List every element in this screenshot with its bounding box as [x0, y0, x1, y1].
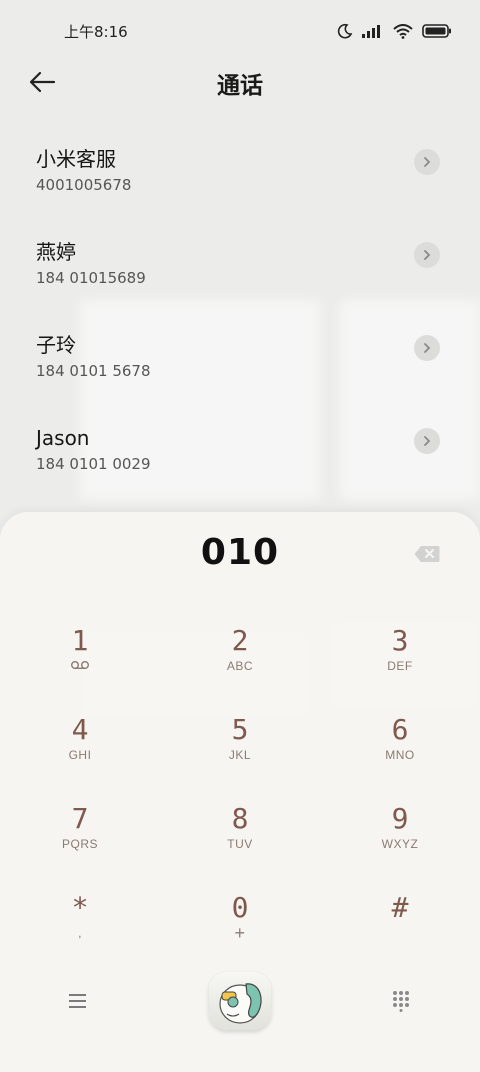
contact-number: 184 01015689: [36, 269, 146, 287]
key-digit: 2: [231, 624, 249, 657]
contact-number: 184 0101 0029: [36, 455, 151, 473]
key-letters: PQRS: [61, 837, 98, 851]
key-letters: DEF: [387, 659, 413, 673]
contact-number: 184 0101 5678: [36, 362, 151, 380]
dialer-panel: 010 1 2 ABC 3 DEF 4 GHI 5 JKL 6 MNO 7 PQ…: [0, 512, 480, 1072]
menu-icon: [69, 994, 86, 1008]
key-letters: ,: [78, 926, 82, 940]
contact-name: 燕婷: [36, 240, 76, 264]
keypad: 1 2 ABC 3 DEF 4 GHI 5 JKL 6 MNO 7 PQRS 8…: [0, 612, 480, 968]
key-digit: 5: [231, 713, 249, 746]
dial-number-display[interactable]: 010: [0, 532, 480, 573]
key-7[interactable]: 7 PQRS: [0, 790, 160, 879]
contact-item[interactable]: 燕婷 184 01015689: [0, 233, 480, 326]
header: 通话: [0, 62, 480, 106]
contact-detail-button[interactable]: [414, 428, 440, 454]
chevron-right-icon: [424, 157, 431, 167]
key-star[interactable]: * ,: [0, 879, 160, 968]
contact-item[interactable]: Jason 184 0101 0029: [0, 419, 480, 512]
contact-detail-button[interactable]: [414, 149, 440, 175]
key-hash[interactable]: #: [320, 879, 480, 968]
chevron-right-icon: [424, 343, 431, 353]
key-letters: TUV: [227, 837, 253, 851]
dialer-bottom-bar: [0, 972, 480, 1036]
key-letters: WXYZ: [381, 837, 419, 851]
contact-name: 小米客服: [36, 147, 116, 171]
key-5[interactable]: 5 JKL: [160, 701, 320, 790]
key-digit: *: [71, 891, 89, 924]
menu-button[interactable]: [68, 992, 88, 1010]
key-digit: 9: [391, 802, 409, 835]
key-2[interactable]: 2 ABC: [160, 612, 320, 701]
key-digit: #: [391, 891, 409, 924]
dialpad-icon: [393, 991, 409, 1012]
keypad-toggle-button[interactable]: [392, 990, 410, 1012]
status-time: 上午8:16: [64, 22, 128, 41]
backspace-button[interactable]: [414, 545, 440, 563]
contact-item[interactable]: 小米客服 4001005678: [0, 140, 480, 233]
chevron-right-icon: [424, 250, 431, 260]
key-letters: JKL: [228, 748, 252, 762]
call-button[interactable]: [209, 972, 271, 1030]
key-1[interactable]: 1: [0, 612, 160, 701]
voicemail-icon: [71, 661, 89, 670]
key-6[interactable]: 6 MNO: [320, 701, 480, 790]
contact-number: 4001005678: [36, 176, 132, 194]
key-digit: 0: [231, 891, 249, 924]
key-letters: +: [234, 923, 246, 943]
key-letters: ABC: [226, 659, 254, 673]
key-digit: 1: [71, 624, 89, 657]
key-digit: 4: [71, 713, 89, 746]
duck-phone-icon: [219, 983, 262, 1024]
key-0[interactable]: 0 +: [160, 879, 320, 968]
key-digit: 7: [71, 802, 89, 835]
contact-name: Jason: [36, 426, 90, 450]
key-digit: 8: [231, 802, 249, 835]
key-letters: GHI: [68, 748, 92, 762]
chevron-right-icon: [424, 436, 431, 446]
backspace-icon: [414, 546, 440, 562]
status-bar: 上午8:16: [0, 0, 480, 62]
contact-name: 子玲: [36, 333, 76, 357]
signal-icon: [362, 25, 380, 38]
key-9[interactable]: 9 WXYZ: [320, 790, 480, 879]
status-icons: [337, 23, 452, 39]
contact-item[interactable]: 子玲 184 0101 5678: [0, 326, 480, 419]
key-3[interactable]: 3 DEF: [320, 612, 480, 701]
key-8[interactable]: 8 TUV: [160, 790, 320, 879]
key-digit: 3: [391, 624, 409, 657]
key-digit: 6: [391, 713, 409, 746]
wifi-icon: [393, 23, 413, 39]
key-4[interactable]: 4 GHI: [0, 701, 160, 790]
contact-detail-button[interactable]: [414, 335, 440, 361]
battery-icon: [422, 24, 451, 38]
page-title: 通话: [217, 73, 263, 99]
key-letters: MNO: [385, 748, 415, 762]
moon-icon: [337, 23, 353, 39]
contact-detail-button[interactable]: [414, 242, 440, 268]
contact-list: 小米客服 4001005678 燕婷 184 01015689 子玲 184 0…: [0, 140, 480, 512]
